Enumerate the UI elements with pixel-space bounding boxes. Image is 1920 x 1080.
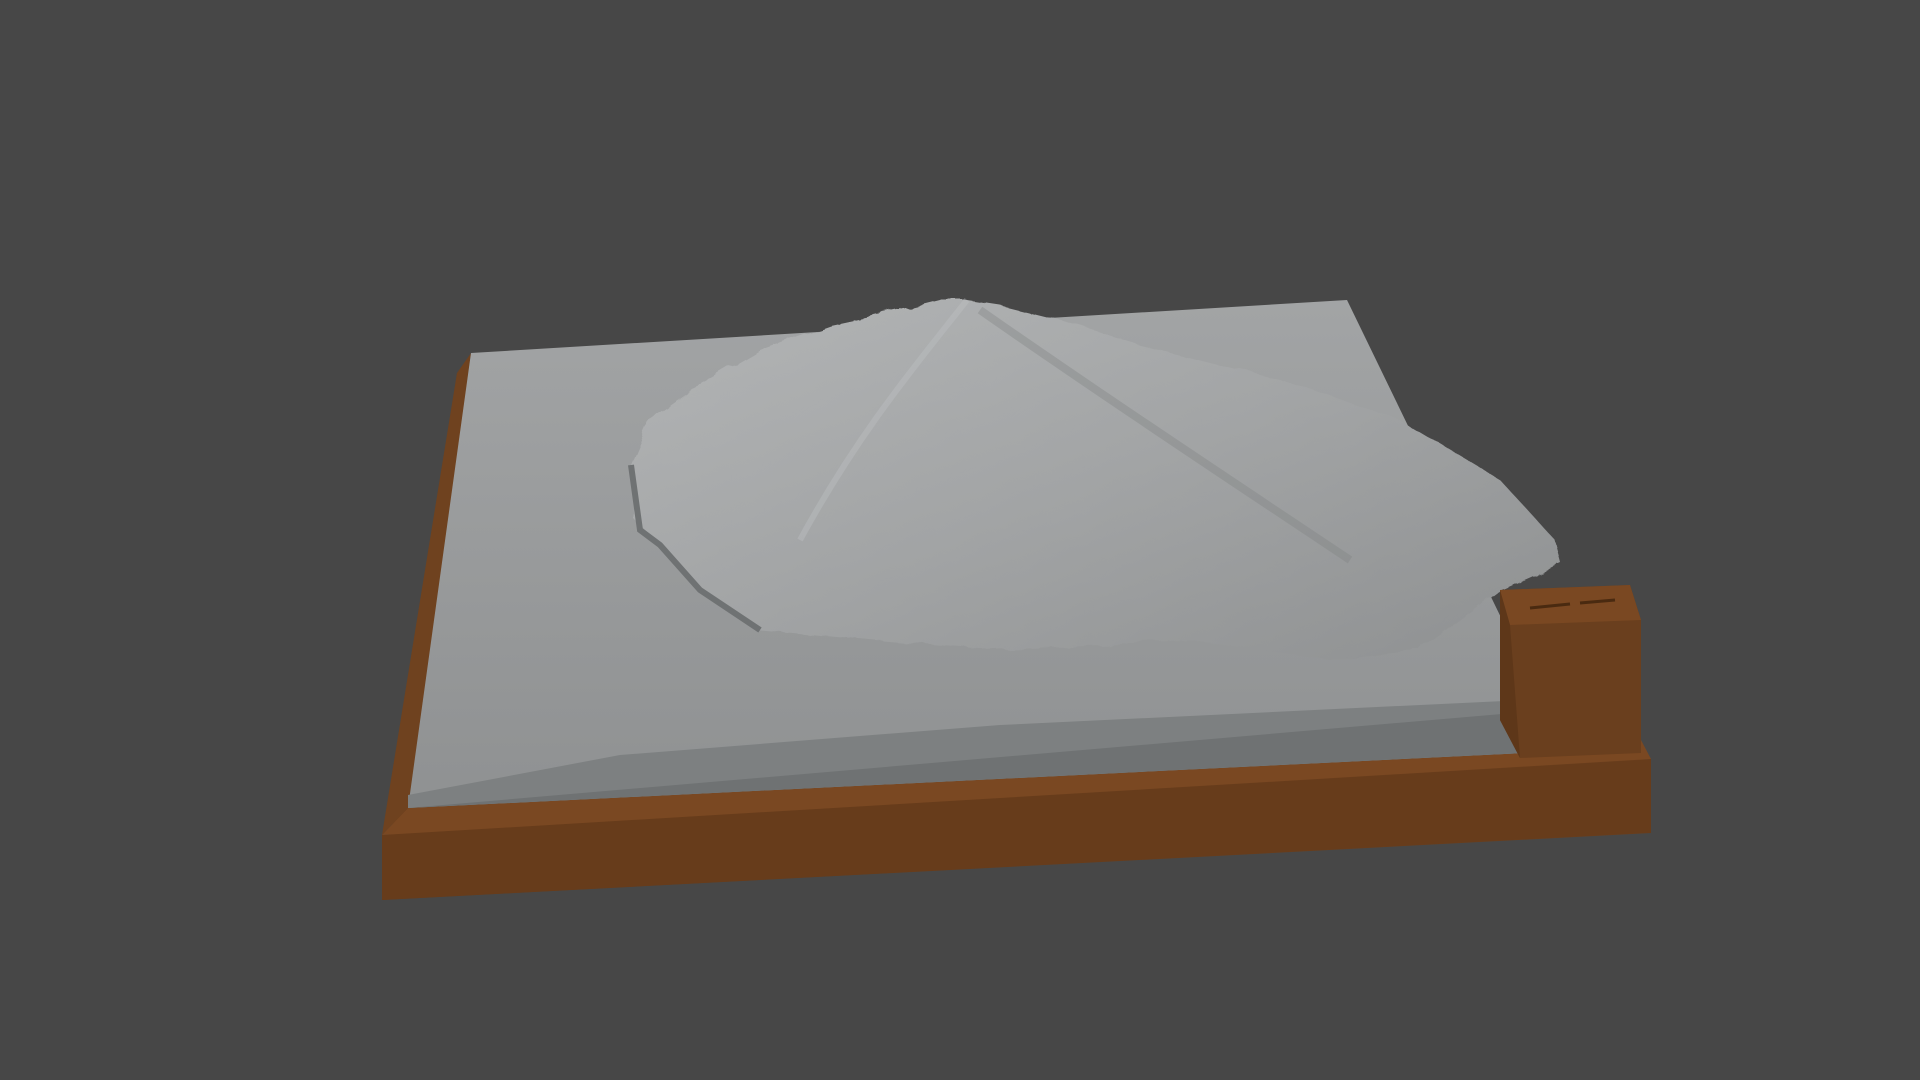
label-block: [1500, 585, 1641, 758]
viewport-3d[interactable]: [0, 0, 1920, 1080]
